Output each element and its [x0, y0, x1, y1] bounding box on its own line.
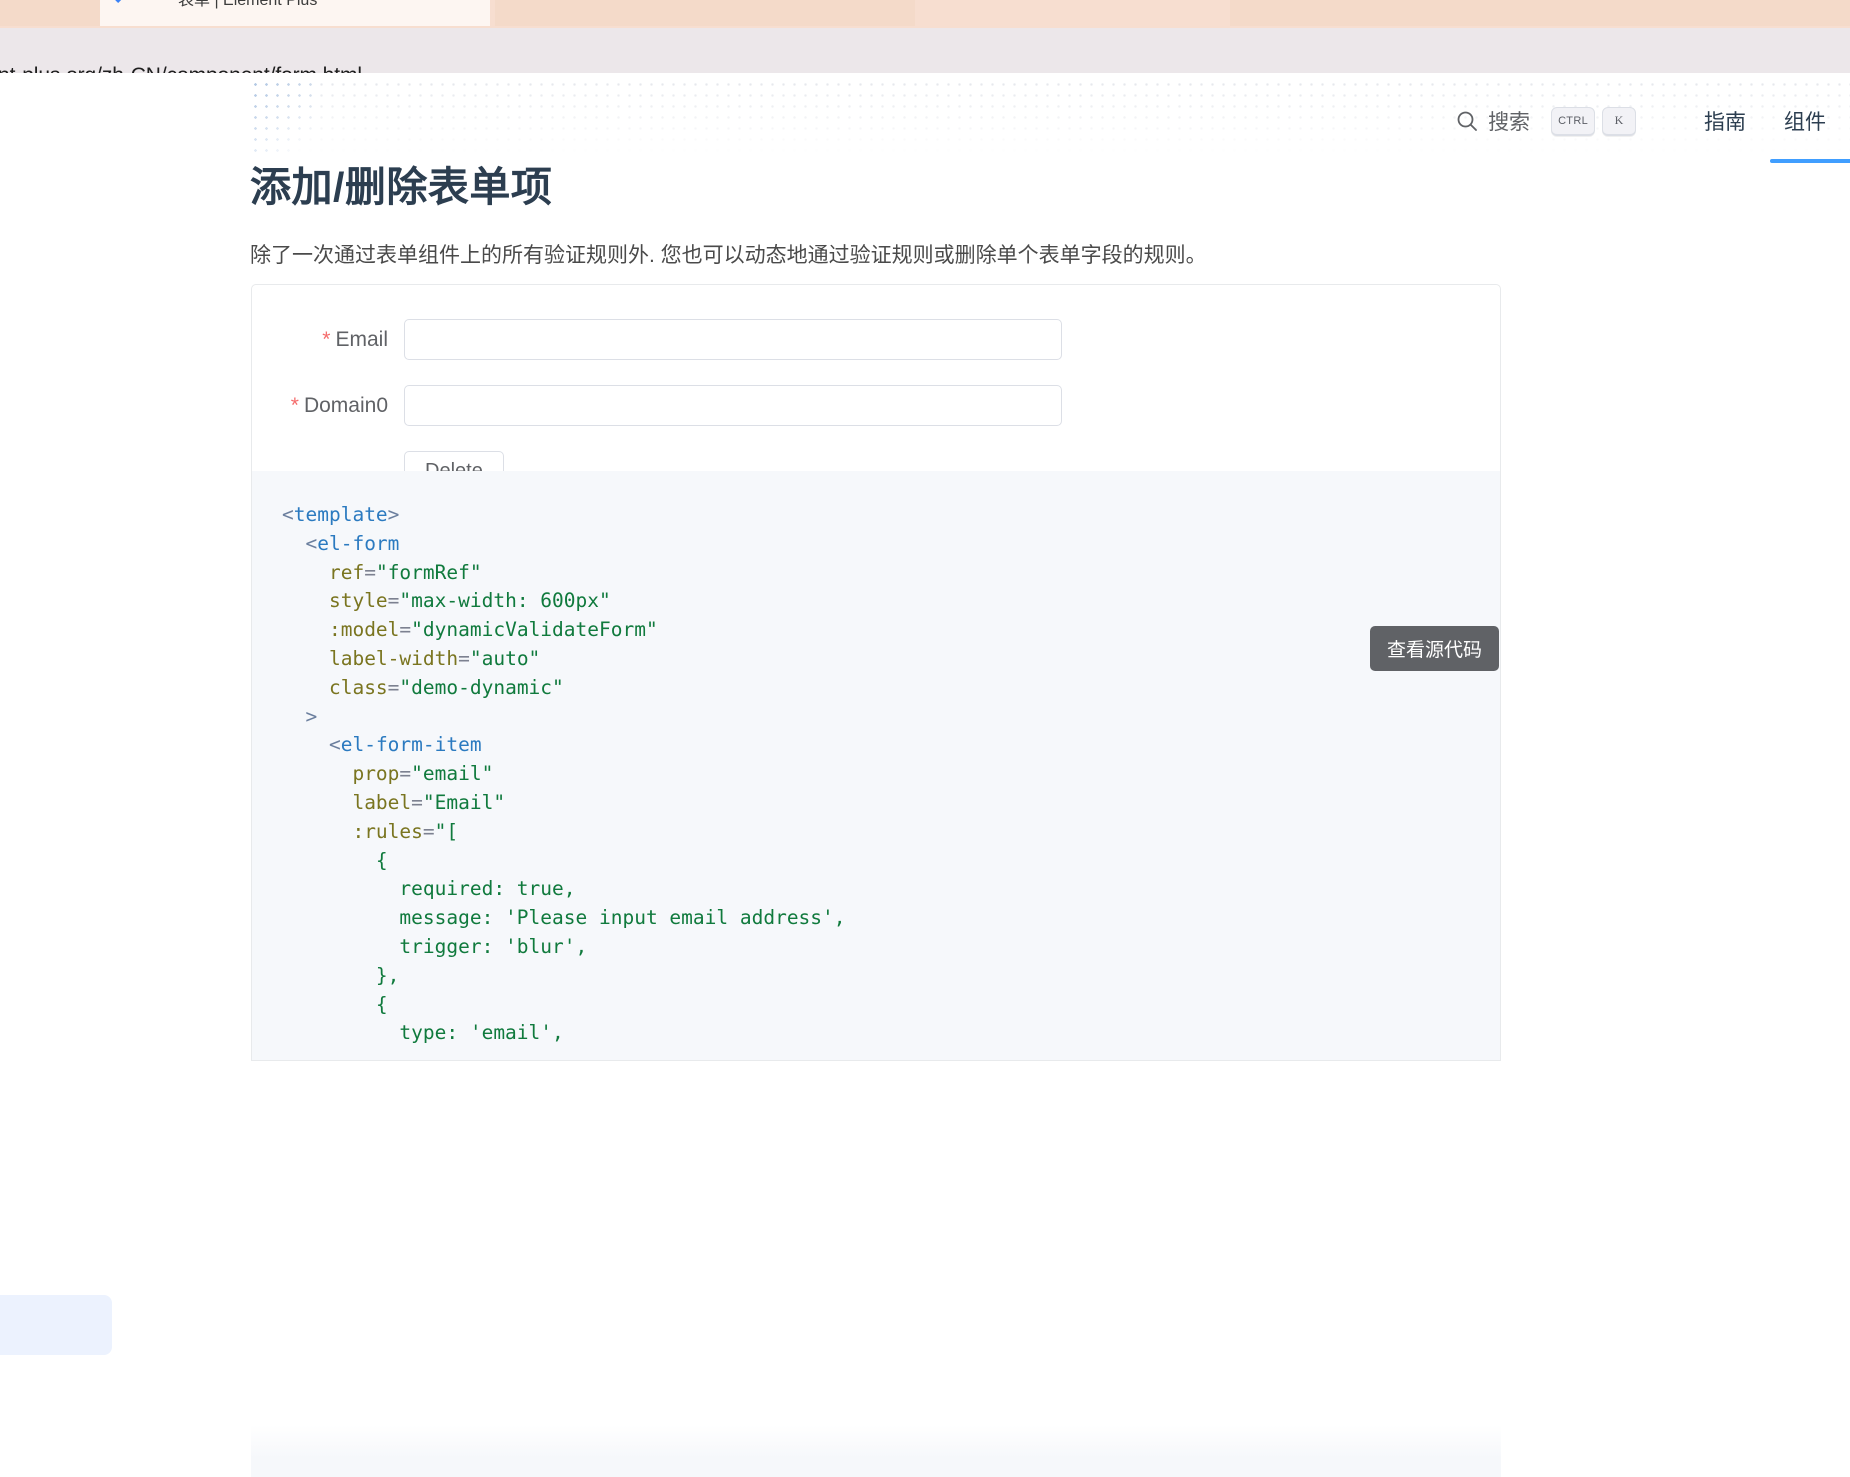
browser-tab-strip: ◆ 表单 | Element Plus [0, 0, 1850, 28]
form-row-domain0: * Domain0 [282, 385, 1470, 426]
nav-link-components[interactable]: 组件 [1770, 96, 1850, 163]
header-dot-pattern-accent [250, 79, 320, 159]
search-button[interactable]: 搜索 CTRL K [1455, 106, 1636, 136]
page-description: 除了一次通过表单组件上的所有验证规则外. 您也可以动态地通过验证规则或删除单个表… [250, 244, 1207, 267]
form-row-email: * Email [282, 319, 1470, 360]
favicon-icon: ◆ [112, 0, 130, 6]
label-domain0: * Domain0 [282, 394, 404, 418]
search-label: 搜索 [1488, 111, 1531, 134]
sidebar-item-active-highlight[interactable] [0, 1295, 112, 1355]
page-content: 搜索 CTRL K 指南 组件 置 输入框 时间选择器 框 [0, 73, 1850, 1477]
domain0-input[interactable] [404, 385, 1062, 426]
code-fade [251, 1425, 1501, 1477]
browser-tab-inactive-right[interactable] [495, 0, 915, 26]
browser-tab-inactive-left[interactable] [0, 0, 100, 26]
label-email: * Email [282, 328, 404, 352]
kbd-ctrl: CTRL [1551, 106, 1595, 136]
required-asterisk-icon: * [322, 327, 331, 351]
email-input[interactable] [404, 319, 1062, 360]
browser-tab-inactive-far[interactable] [1230, 0, 1850, 26]
sidebar-item-4[interactable]: 框 [0, 1191, 110, 1220]
browser-address-bar[interactable]: nt-plus.org/zh-CN/component/form.html [0, 28, 1850, 87]
sidebar-item-3[interactable]: 时间选择器 [0, 1039, 110, 1068]
sidebar-item-1[interactable]: 输入框 [0, 785, 110, 814]
source-code-text: <template> <el-form ref="formRef" style=… [282, 503, 846, 1045]
browser-tab-title: 表单 | Element Plus [178, 0, 318, 9]
required-asterisk-icon: * [290, 393, 299, 417]
nav-links: 指南 组件 [1690, 96, 1850, 163]
search-shortcut: CTRL K [1551, 106, 1636, 136]
source-code-block[interactable]: <template> <el-form ref="formRef" style=… [251, 471, 1501, 1061]
header-nav: 搜索 CTRL K 指南 组件 [1455, 95, 1850, 163]
view-source-tooltip: 查看源代码 [1369, 626, 1499, 671]
label-domain0-text: Domain0 [303, 393, 388, 417]
search-icon [1457, 111, 1477, 131]
screen-root: ◆ 表单 | Element Plus nt-plus.org/zh-CN/co… [0, 0, 1850, 1477]
sidebar: 置 输入框 时间选择器 框 [0, 73, 250, 1477]
page-title: 添加/删除表单项 [250, 164, 553, 210]
label-email-text: Email [335, 327, 388, 351]
sidebar-item-0[interactable]: 置 [0, 661, 110, 690]
nav-link-guide[interactable]: 指南 [1690, 96, 1760, 146]
kbd-k: K [1602, 106, 1636, 136]
